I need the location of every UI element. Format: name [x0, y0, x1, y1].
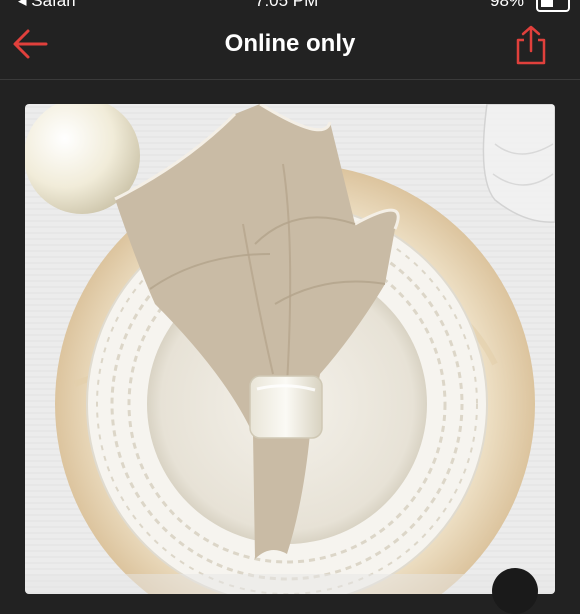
- status-bar: ◂ Safari 7:05 PM 98%: [0, 0, 580, 12]
- status-time: 7:05 PM: [255, 0, 319, 10]
- status-battery-percent: 98%: [490, 0, 525, 10]
- listing-photo[interactable]: [25, 104, 555, 594]
- share-icon: [516, 25, 546, 65]
- photo-counter-badge: [492, 568, 538, 614]
- nav-bar: Online only: [0, 12, 580, 80]
- page-title: Online only: [224, 30, 356, 57]
- status-carrier: ◂ Safari: [18, 0, 76, 10]
- share-button[interactable]: [512, 24, 550, 66]
- listing-photo-image: [25, 104, 555, 594]
- battery-icon: [536, 0, 570, 12]
